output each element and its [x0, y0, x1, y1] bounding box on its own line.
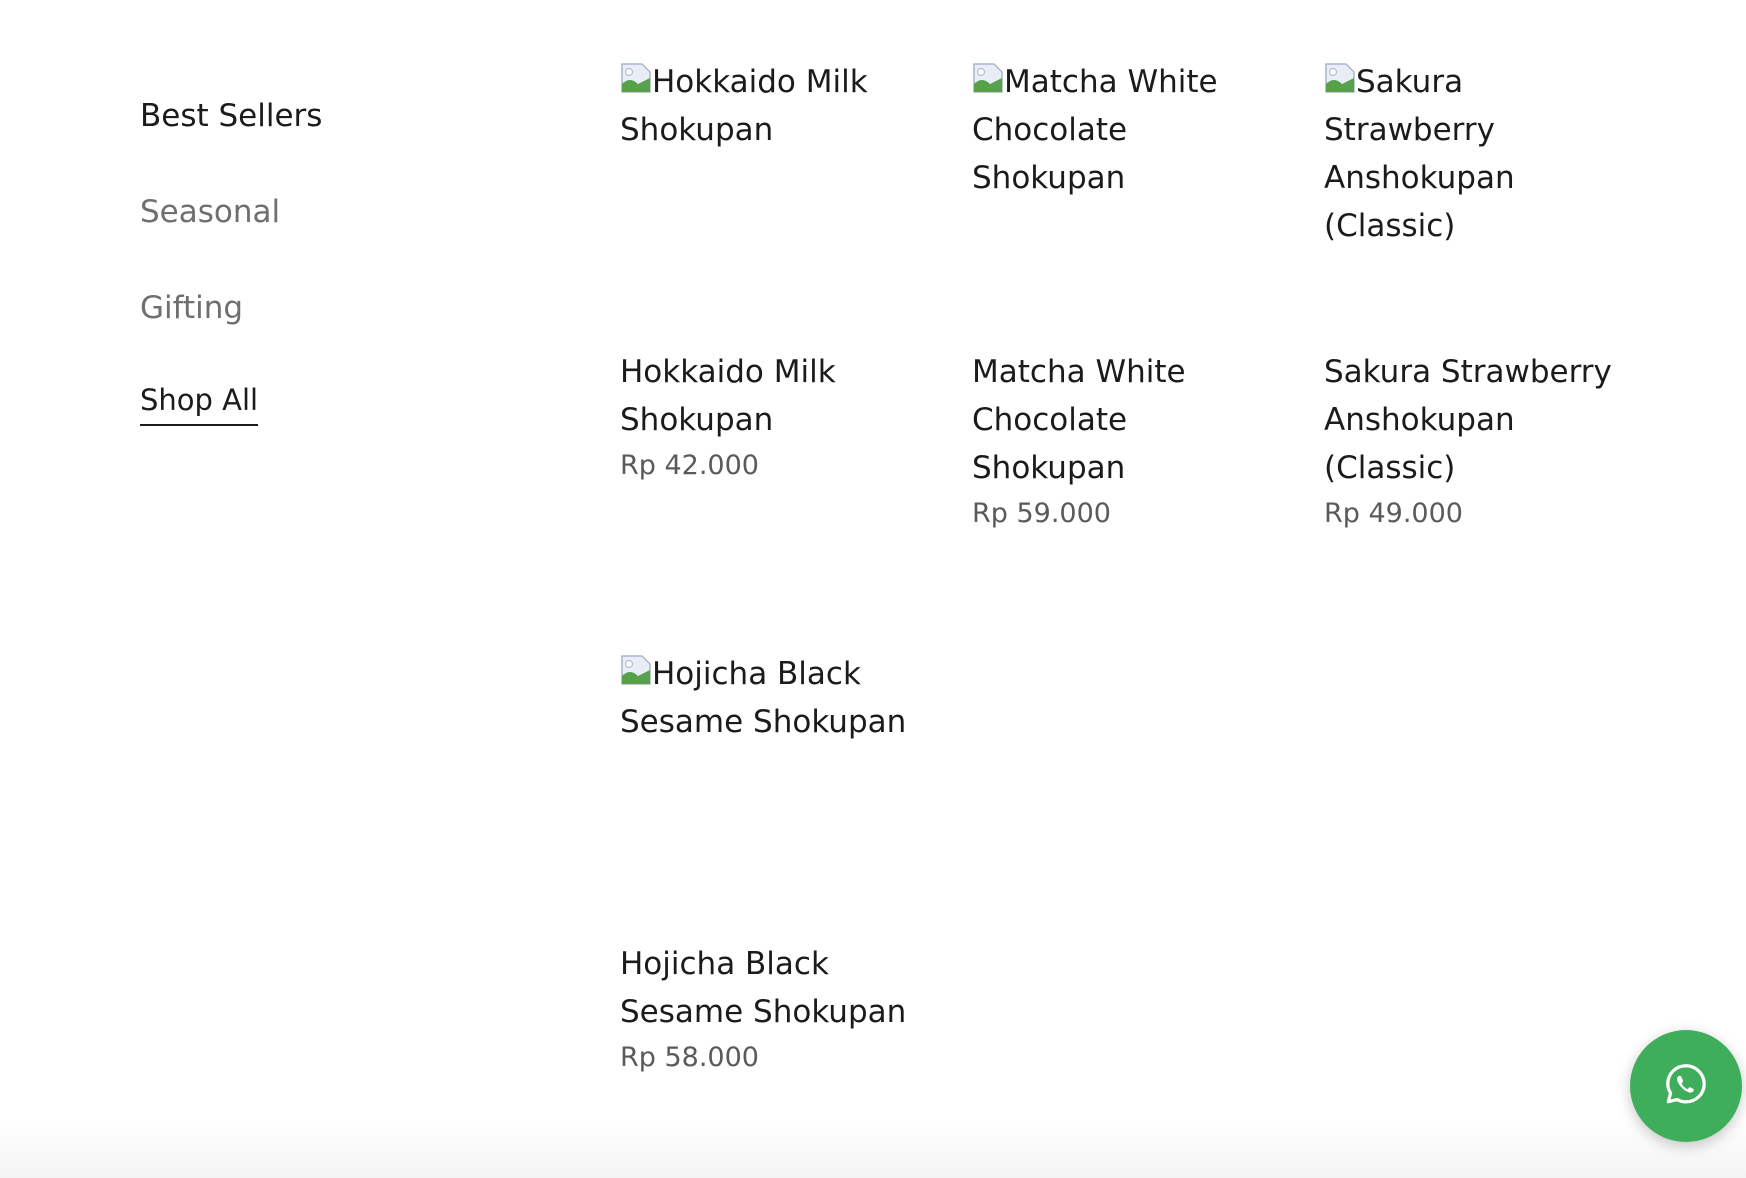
- product-price: Rp 49.000: [1324, 498, 1463, 529]
- product-image-alt: Hojicha Black Sesame Shokupan: [620, 656, 907, 740]
- product-image-alt: Matcha White Chocolate Shokupan: [972, 64, 1218, 196]
- product-title[interactable]: Hojicha Black Sesame Shokupan: [620, 940, 920, 1036]
- broken-image-icon: [1324, 62, 1356, 94]
- category-seasonal[interactable]: Seasonal: [140, 192, 280, 232]
- product-price: Rp 59.000: [972, 498, 1111, 529]
- broken-image-icon: [972, 62, 1004, 94]
- product-image[interactable]: Hojicha Black Sesame Shokupan: [620, 650, 920, 940]
- category-best-sellers[interactable]: Best Sellers: [140, 96, 322, 136]
- broken-image-icon: [620, 62, 652, 94]
- product-image[interactable]: Sakura Strawberry Anshokupan (Classic): [1324, 58, 1624, 348]
- category-shop-all[interactable]: Shop All: [140, 380, 259, 426]
- whatsapp-icon: [1663, 1061, 1709, 1111]
- product-title[interactable]: Sakura Strawberry Anshokupan (Classic): [1324, 348, 1624, 492]
- product-image[interactable]: Matcha White Chocolate Shokupan: [972, 58, 1272, 348]
- product-image[interactable]: Hokkaido Milk Shokupan: [620, 58, 920, 348]
- product-price: Rp 42.000: [620, 450, 759, 481]
- product-price: Rp 58.000: [620, 1042, 759, 1073]
- bottom-shadow: [0, 1118, 1746, 1178]
- category-gifting[interactable]: Gifting: [140, 288, 243, 328]
- product-title[interactable]: Matcha White Chocolate Shokupan: [972, 348, 1272, 492]
- whatsapp-chat-button[interactable]: [1630, 1030, 1742, 1142]
- product-card[interactable]: Hokkaido Milk Shokupan Hokkaido Milk Sho…: [620, 58, 920, 486]
- product-card[interactable]: Hojicha Black Sesame Shokupan Hojicha Bl…: [620, 650, 920, 1078]
- product-card[interactable]: Matcha White Chocolate Shokupan Matcha W…: [972, 58, 1272, 534]
- product-title[interactable]: Hokkaido Milk Shokupan: [620, 348, 920, 444]
- product-image-alt: Hokkaido Milk Shokupan: [620, 64, 868, 148]
- product-card[interactable]: Sakura Strawberry Anshokupan (Classic) S…: [1324, 58, 1624, 534]
- broken-image-icon: [620, 654, 652, 686]
